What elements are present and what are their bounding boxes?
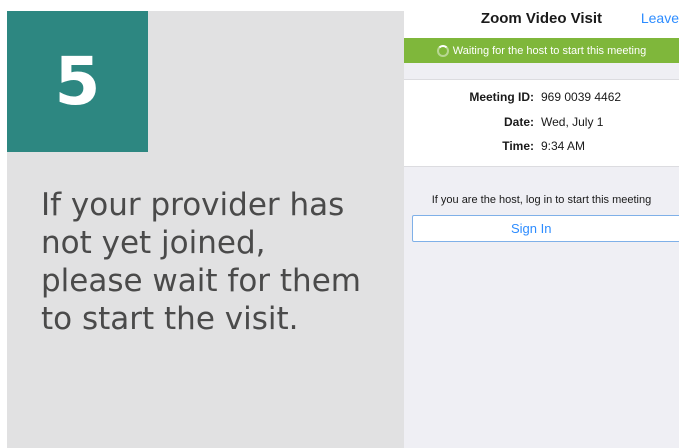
meeting-id-value: 969 0039 4462 [541, 90, 622, 104]
zoom-app-screen: Zoom Video Visit Leave Waiting for the h… [404, 0, 679, 448]
step-number-badge: 5 [7, 11, 148, 152]
tutorial-slide: 5 If your provider has not yet joined, p… [0, 0, 679, 448]
sign-in-label: Sign In [511, 221, 552, 236]
meeting-details-card: Meeting ID: 969 0039 4462 Date: Wed, Jul… [404, 79, 679, 167]
time-value: 9:34 AM [541, 139, 586, 153]
waiting-status-bar: Waiting for the host to start this meeti… [404, 38, 679, 63]
time-row: Time: 9:34 AM [404, 139, 679, 159]
app-header: Zoom Video Visit Leave [404, 0, 679, 38]
app-title: Zoom Video Visit [480, 10, 603, 27]
time-label: Time: [502, 139, 534, 153]
leave-button[interactable]: Leave [641, 10, 679, 26]
sign-in-button[interactable]: Sign In [412, 215, 679, 242]
date-value: Wed, July 1 [541, 115, 604, 129]
instruction-text: If your provider has not yet joined, ple… [41, 187, 361, 337]
meeting-id-label: Meeting ID: [469, 90, 534, 104]
status-text: Waiting for the host to start this meeti… [452, 44, 647, 57]
date-row: Date: Wed, July 1 [404, 115, 679, 135]
date-label: Date: [503, 115, 534, 129]
loading-spinner-icon [436, 44, 449, 57]
meeting-id-row: Meeting ID: 969 0039 4462 [404, 90, 679, 110]
host-login-prompt: If you are the host, log in to start thi… [431, 194, 652, 206]
step-number: 5 [54, 42, 101, 120]
